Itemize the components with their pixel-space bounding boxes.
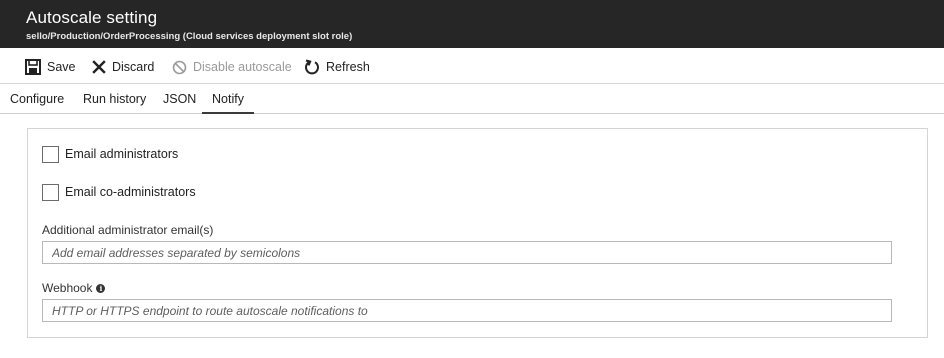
email-administrators-option: Email administrators: [42, 145, 178, 163]
tab-notify[interactable]: Notify: [202, 92, 254, 114]
tab-strip: Configure Run history JSON Notify: [0, 84, 944, 114]
disable-autoscale-label: Disable autoscale: [193, 60, 292, 74]
email-administrators-checkbox[interactable]: [42, 145, 59, 163]
webhook-label-text: Webhook: [42, 281, 93, 295]
refresh-label: Refresh: [326, 60, 370, 74]
refresh-icon: [305, 59, 319, 75]
discard-label: Discard: [112, 60, 155, 74]
save-label: Save: [47, 60, 76, 74]
additional-email-input[interactable]: [42, 241, 892, 264]
additional-email-label-text: Additional administrator email(s): [42, 223, 214, 237]
additional-email-label: Additional administrator email(s): [42, 223, 213, 237]
prohibited-icon: [172, 60, 187, 74]
refresh-button[interactable]: Refresh: [304, 57, 370, 77]
close-icon: [92, 60, 106, 74]
email-coadministrators-checkbox[interactable]: [42, 183, 59, 201]
email-coadministrators-option: Email co-administrators: [42, 183, 196, 201]
save-icon: [25, 59, 41, 75]
page-title: Autoscale setting: [26, 8, 158, 27]
tab-configure[interactable]: Configure: [10, 92, 64, 114]
tab-run-history[interactable]: Run history: [83, 92, 146, 114]
disable-autoscale-button[interactable]: Disable autoscale: [172, 57, 292, 77]
info-icon[interactable]: i: [96, 283, 106, 293]
discard-button[interactable]: Discard: [92, 57, 154, 77]
blade-header: Autoscale setting sello/Production/Order…: [0, 0, 944, 48]
notify-panel: Email administrators Email co-administra…: [27, 128, 928, 338]
resource-path-subtitle: sello/Production/OrderProcessing (Cloud …: [26, 31, 353, 42]
webhook-input[interactable]: [42, 299, 892, 322]
tab-json[interactable]: JSON: [163, 92, 196, 114]
email-coadministrators-label: Email co-administrators: [65, 185, 196, 199]
webhook-label: Webhook i: [42, 281, 106, 295]
email-administrators-label: Email administrators: [65, 147, 179, 161]
command-bar: Save Discard Disable autoscale Refresh: [0, 48, 944, 84]
save-button[interactable]: Save: [25, 57, 76, 77]
